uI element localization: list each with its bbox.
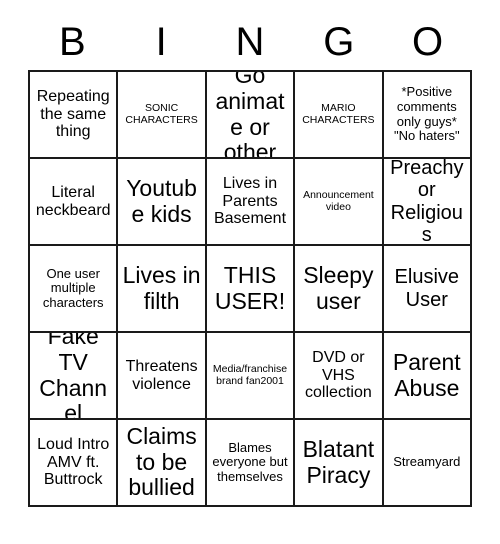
bingo-cell-n2[interactable]: Lives in Parents Basement	[206, 159, 296, 246]
bingo-cell-b2[interactable]: Literal neckbeard	[30, 159, 119, 246]
bingo-cell-b3[interactable]: One user multiple characters	[30, 246, 119, 333]
bingo-cell-g2[interactable]: Announcement video	[295, 159, 384, 246]
bingo-cell-o5[interactable]: Streamyard	[383, 420, 472, 507]
bingo-cell-n3[interactable]: THIS USER!	[206, 246, 296, 333]
bingo-cell-label: MARIO CHARACTERS	[302, 101, 375, 126]
bingo-cell-label: Fake TV Channel	[39, 333, 108, 420]
bingo-cell-label: DVD or VHS collection	[305, 348, 372, 402]
bingo-cell-label: THIS USER!	[214, 261, 286, 314]
bingo-cell-i4[interactable]: Threatens violence	[118, 333, 207, 420]
bingo-cell-n1[interactable]: Go animate or other	[206, 72, 296, 159]
bingo-header: B I N G O	[28, 14, 472, 70]
bingo-cell-g1[interactable]: MARIO CHARACTERS	[295, 72, 384, 159]
bingo-cell-label: Go animate or other	[215, 72, 285, 159]
bingo-cell-g4[interactable]: DVD or VHS collection	[295, 333, 384, 420]
bingo-cell-b1[interactable]: Repeating the same thing	[30, 72, 119, 159]
bingo-cell-label: Blames everyone but themselves	[212, 439, 288, 484]
bingo-cell-label: Streamyard	[393, 454, 461, 470]
bingo-cell-g5[interactable]: Blatant Piracy	[295, 420, 384, 507]
bingo-cell-g3[interactable]: Sleepy user	[295, 246, 384, 333]
bingo-cell-i3[interactable]: Lives in filth	[118, 246, 207, 333]
bingo-cell-b4[interactable]: Fake TV Channel	[30, 333, 119, 420]
bingo-cell-n5[interactable]: Blames everyone but themselves	[206, 420, 296, 507]
bingo-cell-i1[interactable]: SONIC CHARACTERS	[118, 72, 207, 159]
bingo-card: B I N G O Repeating the same thing SONIC…	[28, 14, 472, 507]
bingo-cell-label: Youtube kids	[126, 174, 197, 227]
bingo-cell-label: Media/franchise brand fan2001	[212, 362, 288, 387]
bingo-cell-label: Lives in Parents Basement	[213, 174, 287, 228]
bingo-cell-i5[interactable]: Claims to be bullied	[118, 420, 207, 507]
bingo-cell-label: Sleepy user	[303, 261, 374, 314]
bingo-cell-label: Elusive User	[394, 266, 460, 311]
bingo-cell-label: One user multiple characters	[42, 265, 104, 310]
bingo-cell-label: *Positive comments only guys* "No haters…	[394, 84, 460, 144]
bingo-cell-label: Claims to be bullied	[126, 422, 197, 501]
bingo-cell-label: Announcement video	[303, 188, 374, 213]
bingo-header-letter-n: N	[235, 20, 265, 64]
bingo-cell-label: Parent Abuse	[392, 348, 461, 401]
bingo-cell-i2[interactable]: Youtube kids	[118, 159, 207, 246]
bingo-cell-label: Loud Intro AMV ft. Buttrock	[37, 435, 110, 489]
bingo-header-letter-g: G	[323, 20, 355, 64]
bingo-cell-n4[interactable]: Media/franchise brand fan2001	[206, 333, 296, 420]
bingo-cell-o3[interactable]: Elusive User	[383, 246, 472, 333]
bingo-cell-o2[interactable]: Preachy or Religious	[383, 159, 472, 246]
bingo-header-letter-b: B	[59, 20, 86, 64]
bingo-cell-label: Lives in filth	[122, 261, 201, 314]
bingo-grid: Repeating the same thing SONIC CHARACTER…	[28, 70, 472, 507]
bingo-cell-o4[interactable]: Parent Abuse	[383, 333, 472, 420]
bingo-cell-o1[interactable]: *Positive comments only guys* "No haters…	[383, 72, 472, 159]
bingo-cell-label: Blatant Piracy	[302, 435, 375, 488]
bingo-cell-label: SONIC CHARACTERS	[125, 101, 198, 126]
bingo-cell-b5[interactable]: Loud Intro AMV ft. Buttrock	[30, 420, 119, 507]
bingo-cell-label: Preachy or Religious	[390, 159, 464, 246]
bingo-header-letter-o: O	[412, 20, 444, 64]
bingo-cell-label: Repeating the same thing	[36, 87, 110, 141]
bingo-header-letter-i: I	[155, 20, 167, 64]
bingo-cell-label: Threatens violence	[125, 357, 198, 393]
bingo-cell-label: Literal neckbeard	[35, 183, 111, 219]
